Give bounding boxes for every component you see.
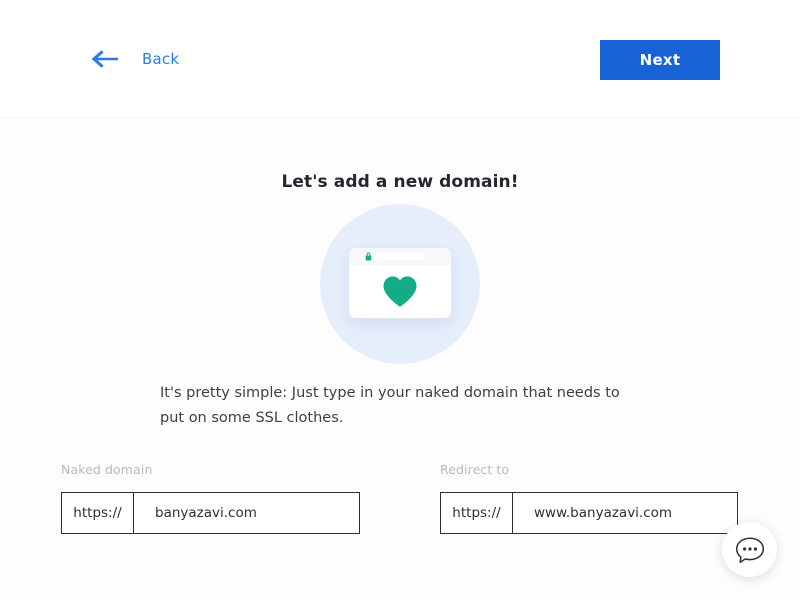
naked-domain-input[interactable] bbox=[134, 493, 359, 533]
redirect-to-input[interactable] bbox=[513, 493, 737, 533]
naked-domain-field: Naked domain https:// bbox=[61, 462, 360, 534]
next-button[interactable]: Next bbox=[600, 40, 720, 80]
naked-domain-input-row[interactable]: https:// bbox=[61, 492, 360, 534]
redirect-to-protocol-prefix: https:// bbox=[441, 493, 513, 533]
browser-url-pill bbox=[363, 253, 425, 260]
page-title: Let's add a new domain! bbox=[281, 172, 519, 192]
browser-window-illustration bbox=[349, 248, 451, 318]
description-text: It's pretty simple: Just type in your na… bbox=[160, 385, 620, 426]
top-header: Back Next bbox=[0, 0, 800, 118]
redirect-to-input-row[interactable]: https:// bbox=[440, 492, 738, 534]
heart-icon bbox=[383, 275, 417, 307]
domain-illustration bbox=[320, 204, 480, 364]
browser-content-area bbox=[349, 265, 451, 318]
redirect-to-field: Redirect to https:// bbox=[440, 462, 738, 534]
back-label: Back bbox=[142, 50, 180, 68]
arrow-left-icon bbox=[91, 50, 118, 68]
naked-domain-protocol-prefix: https:// bbox=[62, 493, 134, 533]
chat-bubble-icon bbox=[735, 536, 764, 563]
naked-domain-label: Naked domain bbox=[61, 462, 153, 477]
main-content: Let's add a new domain! It's pretty simp… bbox=[0, 119, 800, 600]
lock-icon bbox=[365, 252, 372, 261]
browser-address-bar bbox=[349, 248, 451, 265]
chat-widget-button[interactable] bbox=[722, 522, 777, 577]
redirect-to-label: Redirect to bbox=[440, 462, 510, 477]
back-button[interactable]: Back bbox=[88, 46, 179, 72]
